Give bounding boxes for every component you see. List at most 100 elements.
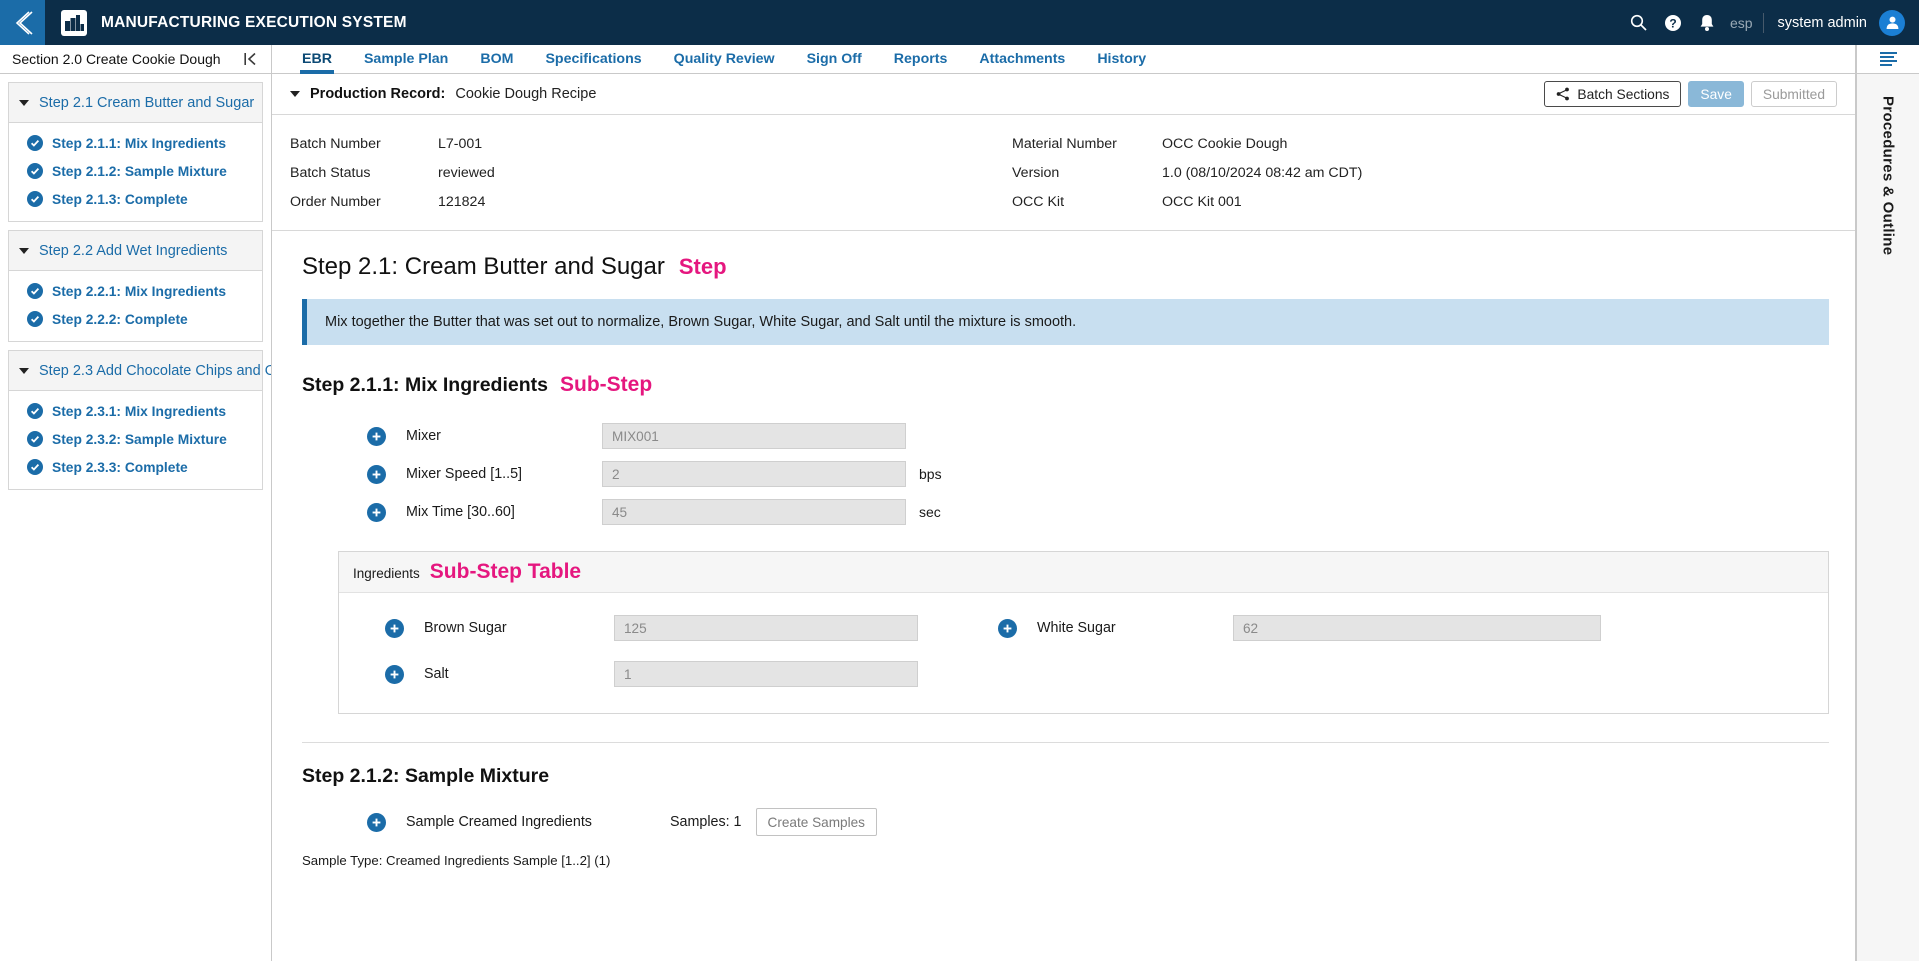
step-heading-text: Step 2.1: Cream Butter and Sugar: [302, 253, 665, 280]
procedures-outline-label[interactable]: Procedures & Outline: [1880, 96, 1897, 255]
samples-count: Samples: 1: [669, 814, 742, 830]
content-area: Step 2.1: Cream Butter and Sugar Step Mi…: [272, 231, 1855, 961]
plus-circle-icon[interactable]: [367, 502, 386, 522]
batch-info-left: Batch Number L7-001 Batch Status reviewe…: [272, 129, 1012, 216]
substep-1-heading: Step 2.1.1: Mix Ingredients Sub-Step: [302, 373, 1829, 397]
batch-info-right: Material Number OCC Cookie Dough Version…: [1012, 129, 1362, 216]
tree-group: Step 2.3 Add Chocolate Chips and Oats St…: [8, 350, 271, 490]
info-key: OCC Kit: [1012, 193, 1065, 210]
check-circle-icon: [27, 311, 43, 327]
production-record-label: Production Record:: [310, 86, 446, 102]
field-row-mixer-speed: Mixer Speed [1..5] bps: [302, 455, 1829, 493]
tab-specifications[interactable]: Specifications: [529, 51, 657, 73]
sidebar: Section 2.0 Create Cookie Dough Step 2.1…: [0, 45, 272, 961]
tree-group-header-2-2[interactable]: Step 2.2 Add Wet Ingredients: [9, 231, 262, 271]
tree-group: Step 2.1 Cream Butter and Sugar Step 2.1…: [8, 82, 263, 222]
check-circle-icon: [27, 135, 43, 151]
plus-circle-icon[interactable]: [385, 664, 404, 684]
tree-group-label: Step 2.1 Cream Butter and Sugar: [39, 94, 255, 111]
top-app-bar: MANUFACTURING EXECUTION SYSTEM ? esp sys…: [0, 0, 1919, 45]
info-row-material-number: Material Number OCC Cookie Dough: [1012, 129, 1362, 158]
user-name[interactable]: system admin: [1764, 15, 1879, 31]
table-row: Brown Sugar White Sugar: [339, 605, 1828, 651]
info-value: 121824: [438, 193, 486, 210]
plus-circle-icon[interactable]: [367, 426, 386, 446]
ingredients-table: Ingredients Sub-Step Table Brown Sugar 1…: [338, 551, 1829, 714]
topbar-actions: ? esp system admin: [1622, 0, 1919, 45]
mixer-input[interactable]: [602, 423, 906, 449]
ingredients-table-header: Ingredients Sub-Step Table: [339, 552, 1828, 593]
tree-item-label: Step 2.1.2: Sample Mixture: [52, 163, 227, 179]
step-annotation-tag: Step: [678, 254, 727, 279]
create-samples-button[interactable]: Create Samples: [755, 808, 877, 836]
substep-heading-text: Step 2.1.2: Sample Mixture: [302, 765, 550, 787]
bell-icon[interactable]: [1690, 0, 1724, 45]
app-title: MANUFACTURING EXECUTION SYSTEM: [101, 13, 407, 31]
search-icon[interactable]: [1622, 0, 1656, 45]
batch-sections-label: Batch Sections: [1577, 86, 1670, 102]
salt-input[interactable]: [614, 661, 918, 687]
caret-down-icon: [19, 99, 29, 106]
tab-sign-off[interactable]: Sign Off: [791, 51, 878, 73]
batch-sections-button[interactable]: Batch Sections: [1544, 81, 1682, 107]
tree-item-2-3-3[interactable]: Step 2.3.3: Complete: [9, 453, 262, 481]
table-row: Salt: [339, 651, 1828, 697]
list-lines-icon[interactable]: [1857, 45, 1919, 74]
field-label: Mix Time [30..60]: [406, 504, 515, 520]
table-annotation-tag: Sub-Step Table: [429, 560, 582, 583]
mix-time-input[interactable]: [602, 499, 906, 525]
tree-item-2-1-3[interactable]: Step 2.1.3: Complete: [9, 185, 262, 213]
tree-group-items: Step 2.3.1: Mix Ingredients Step 2.3.2: …: [9, 391, 262, 489]
language-selector[interactable]: esp: [1724, 15, 1763, 31]
tab-bom[interactable]: BOM: [464, 51, 529, 73]
field-row-mix-time: Mix Time [30..60] sec: [302, 493, 1829, 531]
plus-circle-icon[interactable]: [367, 812, 386, 832]
tab-attachments[interactable]: Attachments: [963, 51, 1081, 73]
collapse-panel-icon[interactable]: [244, 52, 261, 66]
ingredient-label: Brown Sugar: [424, 620, 507, 636]
cell-brown-sugar: Brown Sugar: [339, 605, 918, 651]
tree-item-2-2-2[interactable]: Step 2.2.2: Complete: [9, 305, 262, 333]
sample-row: Sample Creamed Ingredients Samples: 1 Cr…: [302, 808, 1829, 836]
svg-text:?: ?: [1669, 16, 1676, 30]
white-sugar-input[interactable]: [1233, 615, 1601, 641]
save-button[interactable]: Save: [1688, 81, 1744, 107]
tree-group-items: Step 2.1.1: Mix Ingredients Step 2.1.2: …: [9, 123, 262, 221]
cell-white-sugar: White Sugar: [918, 605, 1601, 651]
mixer-speed-input[interactable]: [602, 461, 906, 487]
brown-sugar-input[interactable]: [614, 615, 918, 641]
tab-quality-review[interactable]: Quality Review: [658, 51, 791, 73]
tab-reports[interactable]: Reports: [878, 51, 964, 73]
info-value: OCC Cookie Dough: [1162, 135, 1288, 152]
plus-circle-icon[interactable]: [385, 618, 404, 638]
tree-group-label: Step 2.2 Add Wet Ingredients: [39, 242, 228, 259]
caret-down-icon[interactable]: [290, 91, 300, 97]
info-row-batch-status: Batch Status reviewed: [290, 158, 1012, 187]
back-button[interactable]: [0, 0, 45, 45]
user-avatar-icon[interactable]: [1879, 9, 1905, 36]
tree-item-2-1-2[interactable]: Step 2.1.2: Sample Mixture: [9, 157, 262, 185]
tree-item-2-2-1[interactable]: Step 2.2.1: Mix Ingredients: [9, 277, 262, 305]
tab-history[interactable]: History: [1081, 51, 1162, 73]
tab-ebr[interactable]: EBR: [286, 51, 348, 74]
tab-sample-plan[interactable]: Sample Plan: [348, 51, 464, 73]
plus-circle-icon[interactable]: [367, 464, 386, 484]
production-record-value: Cookie Dough Recipe: [455, 86, 597, 102]
tree-item-label: Step 2.2.2: Complete: [52, 311, 188, 327]
info-key: Batch Number: [290, 135, 381, 152]
page-title: Step 2.1: Cream Butter and Sugar Step: [302, 253, 1829, 281]
tree-item-2-3-2[interactable]: Step 2.3.2: Sample Mixture: [9, 425, 262, 453]
tree-group-header-2-3[interactable]: Step 2.3 Add Chocolate Chips and Oats: [9, 351, 271, 391]
tree-group-header-2-1[interactable]: Step 2.1 Cream Butter and Sugar: [9, 83, 262, 123]
sidebar-header: Section 2.0 Create Cookie Dough: [0, 45, 271, 74]
sample-type-text: Sample Type: Creamed Ingredients Sample …: [302, 853, 611, 868]
check-circle-icon: [27, 459, 43, 475]
tree-item-2-1-1[interactable]: Step 2.1.1: Mix Ingredients: [9, 129, 262, 157]
content-inner: Step 2.1: Cream Butter and Sugar Step Mi…: [272, 253, 1855, 868]
plus-circle-icon[interactable]: [998, 618, 1017, 638]
help-circle-icon[interactable]: ?: [1656, 0, 1690, 45]
tree-item-2-3-1[interactable]: Step 2.3.1: Mix Ingredients: [9, 397, 262, 425]
field-label: Mixer: [406, 428, 441, 444]
info-row-order-number: Order Number 121824: [290, 187, 1012, 216]
info-value: reviewed: [438, 164, 495, 181]
